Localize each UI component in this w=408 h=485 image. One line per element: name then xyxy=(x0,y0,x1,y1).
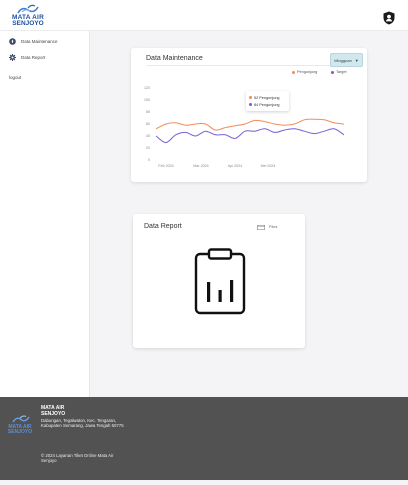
chart-tooltip: 52 Pengunjung 84 Pengunjung xyxy=(246,91,289,111)
y-tick-label: 80 xyxy=(146,110,150,114)
y-tick-label: 0 xyxy=(148,158,150,162)
series-line-pengunjung xyxy=(155,118,345,131)
y-tick-label: 120 xyxy=(144,86,150,90)
water-drop-icon xyxy=(9,37,16,45)
brand-logo[interactable]: MATA AIR SENJOYO xyxy=(8,4,48,28)
sidebar-item-data-maintenance[interactable]: Data Maintenance xyxy=(9,36,58,46)
tooltip-dot xyxy=(249,96,252,99)
data-maintenance-card: Data Maintenance Mingguan ▼ Pengunjung T… xyxy=(131,48,367,182)
y-tick-label: 100 xyxy=(144,98,150,102)
footer: MATA AIR SENJOYO MATA AIR SENJOYO Dabung… xyxy=(0,397,408,480)
series-line-target xyxy=(155,128,345,144)
sidebar: Data Maintenance Data Report logout xyxy=(0,31,90,397)
maintenance-line-chart: 0 20 40 60 80 100 120 Feb 2024 Mar 2024 Apr 2024 M… xyxy=(144,86,345,168)
footer-address: Dabungan, Tegalwaton, Kec. Tengaran, Kab… xyxy=(41,418,124,428)
footer-logo: MATA AIR SENJOYO xyxy=(6,415,34,437)
files-label[interactable]: Files xyxy=(269,224,277,229)
logo-text-line2: SENJOYO xyxy=(12,20,44,27)
user-shield-icon[interactable] xyxy=(382,11,396,25)
water-splash-icon xyxy=(17,4,39,14)
tooltip-row: 52 Pengunjung xyxy=(249,94,286,101)
x-tick-label: Feb 2024 xyxy=(158,164,173,168)
x-tick-label: Apr 2024 xyxy=(228,164,243,168)
sidebar-item-data-report[interactable]: Data Report xyxy=(9,52,45,62)
folder-icon[interactable] xyxy=(257,225,265,230)
tooltip-text: 52 Pengunjung xyxy=(254,95,280,100)
data-report-card: Data Report Files xyxy=(133,214,305,348)
water-splash-icon xyxy=(12,415,30,423)
tooltip-dot xyxy=(249,103,252,106)
tooltip-row: 84 Pengunjung xyxy=(249,101,286,108)
footer-brand-line2: SENJOYO xyxy=(41,411,66,417)
sidebar-item-label: Data Report xyxy=(21,54,46,60)
gear-icon xyxy=(9,53,16,61)
y-tick-label: 60 xyxy=(146,122,150,126)
sidebar-item-label: Data Maintenance xyxy=(21,38,58,44)
y-tick-label: 40 xyxy=(146,134,150,138)
clipboard-chart-icon[interactable] xyxy=(194,248,246,315)
logout-link[interactable]: logout xyxy=(9,75,21,80)
footer-logo-text-line2: SENJOYO xyxy=(7,429,33,435)
card-title: Data Report xyxy=(144,223,182,230)
footer-logo-text: MATA AIR SENJOYO xyxy=(6,425,34,435)
x-tick-label: Mei 2024 xyxy=(261,164,276,168)
x-tick-label: Mar 2024 xyxy=(193,164,208,168)
footer-copyright: © 2024 Layanan Tiket Online Mata Air Sen… xyxy=(41,453,114,463)
tooltip-text: 84 Pengunjung xyxy=(254,102,280,107)
top-header: MATA AIR SENJOYO xyxy=(0,0,408,31)
footer-brand-name: MATA AIR SENJOYO xyxy=(41,405,65,417)
y-tick-label: 20 xyxy=(146,146,150,150)
